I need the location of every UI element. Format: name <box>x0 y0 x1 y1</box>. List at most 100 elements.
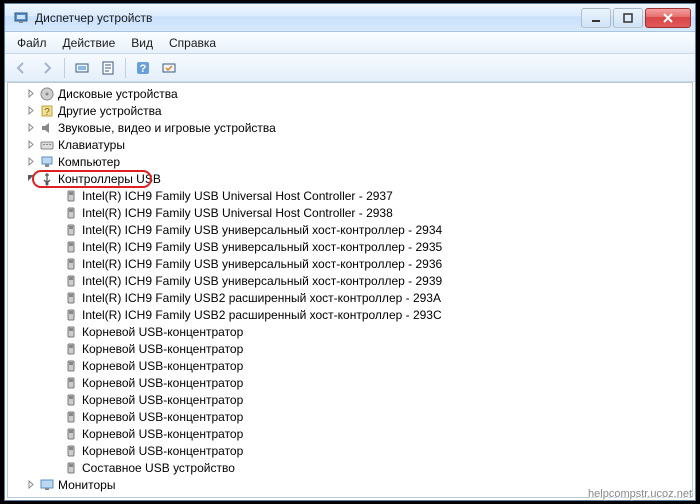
node-label: Intel(R) ICH9 Family USB универсальный х… <box>82 273 442 289</box>
tree-node-usb-child-5[interactable]: Intel(R) ICH9 Family USB универсальный х… <box>8 272 692 289</box>
tree-node-usb-child-16[interactable]: Составное USB устройство <box>8 459 692 476</box>
expand-icon[interactable] <box>26 105 37 116</box>
node-label: Корневой USB-концентратор <box>82 324 243 340</box>
usbdev-icon <box>63 324 79 340</box>
keyboard-icon <box>39 137 55 153</box>
expand-icon <box>50 207 61 218</box>
disk-icon <box>39 86 55 102</box>
usb-icon <box>39 171 55 187</box>
expand-icon[interactable] <box>26 479 37 490</box>
expand-icon <box>50 462 61 473</box>
menu-action[interactable]: Действие <box>55 34 124 52</box>
tree-node-cat-4[interactable]: Компьютер <box>8 153 692 170</box>
monitor-icon <box>39 477 55 493</box>
tree-node-usb-child-9[interactable]: Корневой USB-концентратор <box>8 340 692 357</box>
app-icon <box>13 10 29 26</box>
tree-node-cat-0[interactable]: Дисковые устройства <box>8 85 692 102</box>
audio-icon <box>39 120 55 136</box>
show-hidden-button[interactable] <box>157 56 181 80</box>
tree-node-cat-1[interactable]: ?Другие устройства <box>8 102 692 119</box>
window-title: Диспетчер устройств <box>35 11 579 25</box>
expand-icon <box>50 360 61 371</box>
expand-icon[interactable] <box>26 122 37 133</box>
expand-icon[interactable] <box>26 139 37 150</box>
usbdev-icon <box>63 375 79 391</box>
tree-node-usb-child-7[interactable]: Intel(R) ICH9 Family USB2 расширенный хо… <box>8 306 692 323</box>
tree-node-usb-child-14[interactable]: Корневой USB-концентратор <box>8 425 692 442</box>
menu-help[interactable]: Справка <box>161 34 224 52</box>
menubar: Файл Действие Вид Справка <box>5 32 695 54</box>
node-label: Корневой USB-концентратор <box>82 409 243 425</box>
expand-icon <box>50 309 61 320</box>
titlebar[interactable]: Диспетчер устройств <box>5 4 695 32</box>
node-label: Intel(R) ICH9 Family USB универсальный х… <box>82 256 442 272</box>
expand-icon <box>50 445 61 456</box>
expand-icon <box>50 258 61 269</box>
usbdev-icon <box>63 205 79 221</box>
usbdev-icon <box>63 409 79 425</box>
node-label: Дисковые устройства <box>58 86 178 102</box>
expand-icon <box>50 292 61 303</box>
tree-node-usb-child-13[interactable]: Корневой USB-концентратор <box>8 408 692 425</box>
node-label: Составное USB устройство <box>82 460 235 476</box>
usbdev-icon <box>63 239 79 255</box>
usbdev-icon <box>63 222 79 238</box>
expand-icon <box>50 275 61 286</box>
help-button[interactable]: ? <box>131 56 155 80</box>
collapse-icon[interactable] <box>26 173 37 184</box>
minimize-button[interactable] <box>581 8 611 28</box>
node-label: Intel(R) ICH9 Family USB2 расширенный хо… <box>82 307 442 323</box>
maximize-button[interactable] <box>613 8 643 28</box>
watermark: helpcompstr.ucoz.net <box>588 488 692 500</box>
node-label: Контроллеры USB <box>58 171 161 187</box>
node-label: Intel(R) ICH9 Family USB2 расширенный хо… <box>82 290 441 306</box>
node-label: Корневой USB-концентратор <box>82 375 243 391</box>
properties-button[interactable] <box>96 56 120 80</box>
tree-node-usb-child-11[interactable]: Корневой USB-концентратор <box>8 374 692 391</box>
mouse-icon <box>39 494 55 499</box>
tree-node-usb-child-8[interactable]: Корневой USB-концентратор <box>8 323 692 340</box>
node-label: Корневой USB-концентратор <box>82 443 243 459</box>
tree-node-cat-2[interactable]: Звуковые, видео и игровые устройства <box>8 119 692 136</box>
tree-node-usb-controllers[interactable]: Контроллеры USB <box>8 170 692 187</box>
menu-file[interactable]: Файл <box>9 34 55 52</box>
tree-node-usb-child-1[interactable]: Intel(R) ICH9 Family USB Universal Host … <box>8 204 692 221</box>
menu-view[interactable]: Вид <box>123 34 161 52</box>
expand-icon <box>50 428 61 439</box>
computer-icon <box>39 154 55 170</box>
expand-icon <box>50 326 61 337</box>
usbdev-icon <box>63 290 79 306</box>
tree-node-usb-child-15[interactable]: Корневой USB-концентратор <box>8 442 692 459</box>
close-button[interactable] <box>645 8 691 28</box>
unknown-icon: ? <box>39 103 55 119</box>
scan-button[interactable] <box>70 56 94 80</box>
tree-node-usb-child-2[interactable]: Intel(R) ICH9 Family USB универсальный х… <box>8 221 692 238</box>
svg-text:?: ? <box>140 63 147 75</box>
forward-button[interactable] <box>35 56 59 80</box>
usbdev-icon <box>63 426 79 442</box>
usbdev-icon <box>63 273 79 289</box>
tree-node-usb-child-4[interactable]: Intel(R) ICH9 Family USB универсальный х… <box>8 255 692 272</box>
node-label: Другие устройства <box>58 103 162 119</box>
usbdev-icon <box>63 392 79 408</box>
tree-node-usb-child-3[interactable]: Intel(R) ICH9 Family USB универсальный х… <box>8 238 692 255</box>
tree-node-usb-child-6[interactable]: Intel(R) ICH9 Family USB2 расширенный хо… <box>8 289 692 306</box>
tree-node-usb-child-0[interactable]: Intel(R) ICH9 Family USB Universal Host … <box>8 187 692 204</box>
node-label: Корневой USB-концентратор <box>82 426 243 442</box>
node-label: Компьютер <box>58 154 120 170</box>
device-tree[interactable]: Дисковые устройства?Другие устройстваЗву… <box>7 82 693 498</box>
usbdev-icon <box>63 307 79 323</box>
tree-node-usb-child-12[interactable]: Корневой USB-концентратор <box>8 391 692 408</box>
expand-icon[interactable] <box>26 496 37 498</box>
expand-icon <box>50 343 61 354</box>
node-label: Корневой USB-концентратор <box>82 392 243 408</box>
node-label: Корневой USB-концентратор <box>82 358 243 374</box>
expand-icon <box>50 411 61 422</box>
expand-icon <box>50 394 61 405</box>
usbdev-icon <box>63 460 79 476</box>
expand-icon[interactable] <box>26 88 37 99</box>
tree-node-cat-3[interactable]: Клавиатуры <box>8 136 692 153</box>
tree-node-usb-child-10[interactable]: Корневой USB-концентратор <box>8 357 692 374</box>
expand-icon[interactable] <box>26 156 37 167</box>
back-button[interactable] <box>9 56 33 80</box>
